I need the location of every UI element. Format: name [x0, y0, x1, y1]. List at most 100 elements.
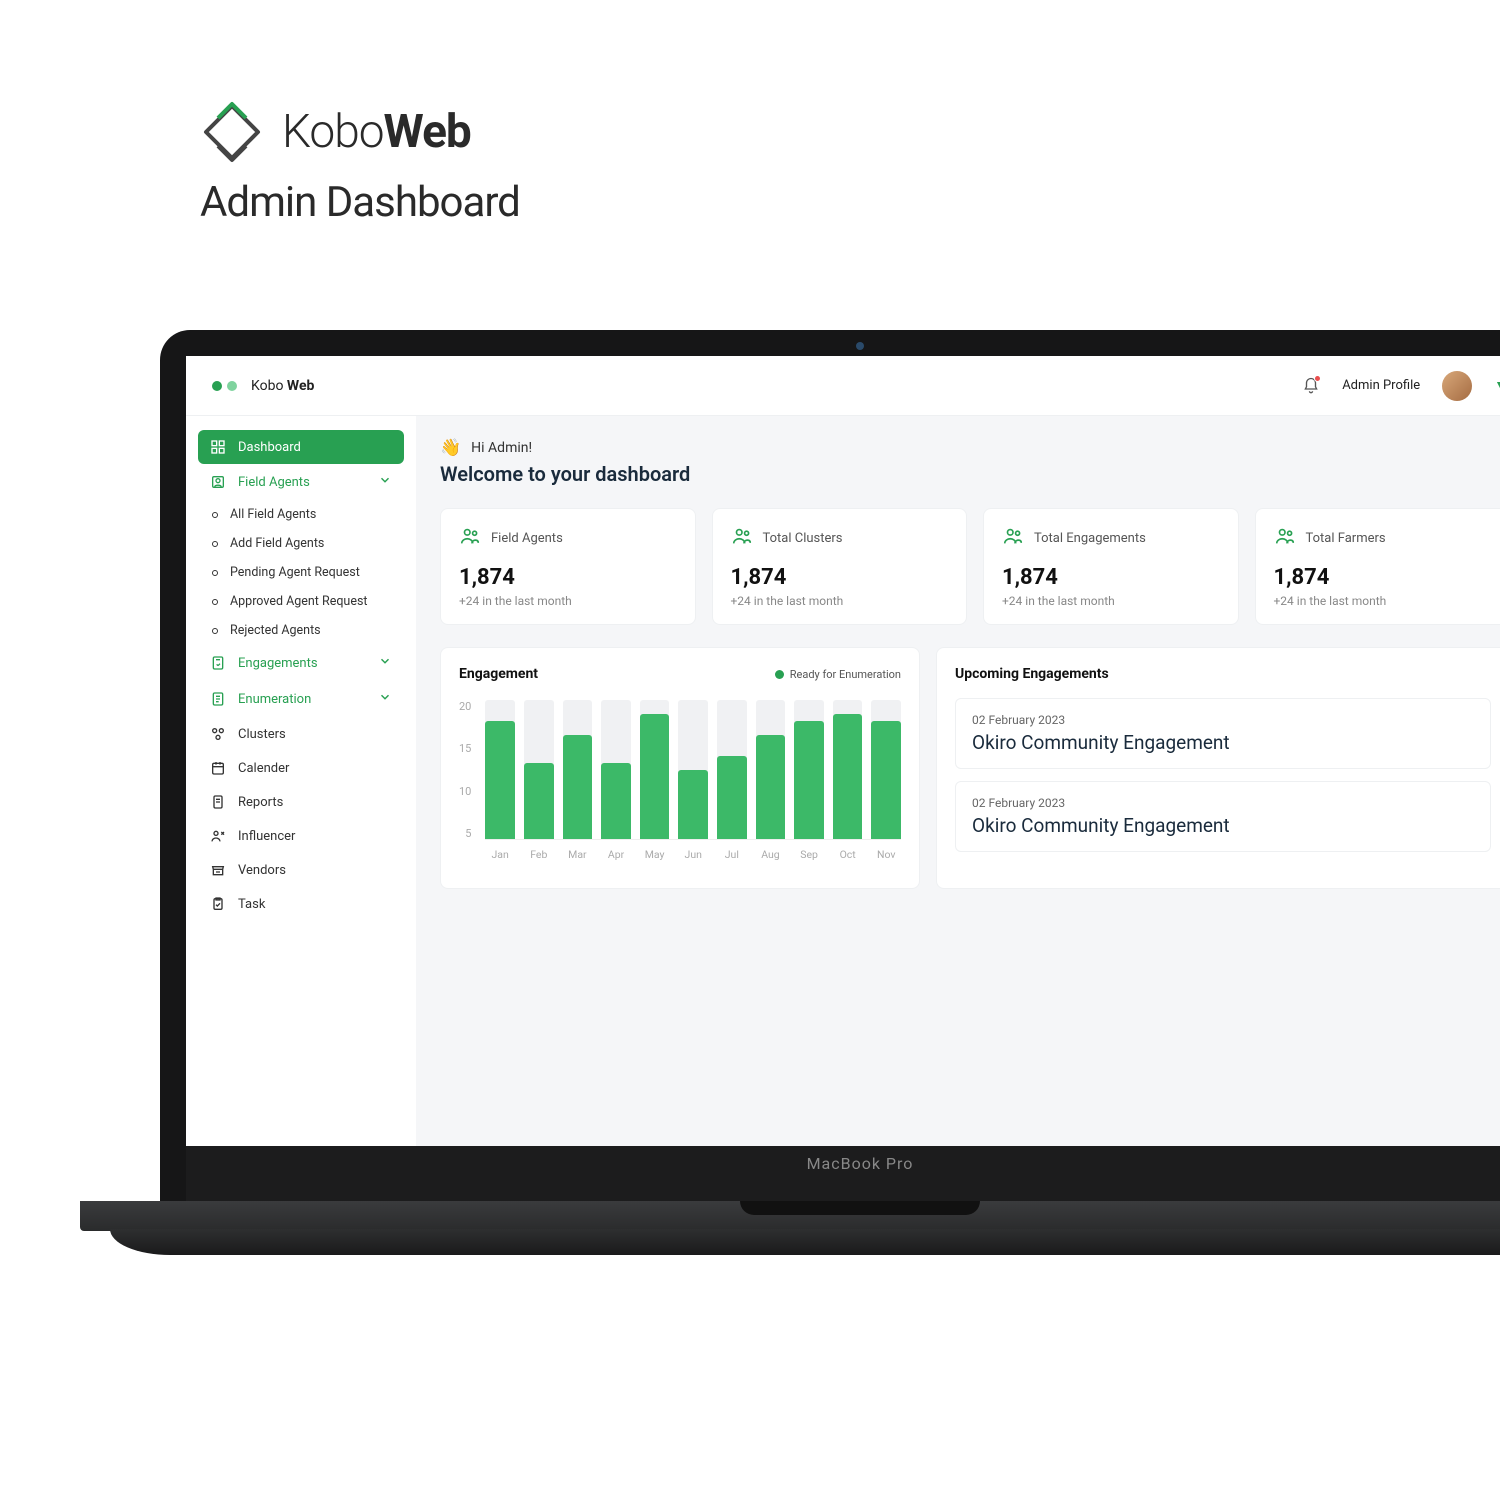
chart-bar-fill: [485, 721, 515, 839]
upcoming-date: 02 February 2023: [972, 796, 1474, 810]
x-tick: Aug: [756, 848, 786, 861]
stat-card[interactable]: Total Engagements 1,874 +24 in the last …: [983, 508, 1239, 625]
card-value: 1,874: [1274, 565, 1492, 590]
sidebar-item-dashboard[interactable]: Dashboard: [198, 430, 404, 464]
x-tick: Sep: [794, 848, 824, 861]
camera-dot: [856, 342, 864, 350]
chart-bar[interactable]: [601, 700, 631, 839]
chart-bar[interactable]: [640, 700, 670, 839]
reports-icon: [210, 794, 226, 810]
x-tick: Mar: [563, 848, 593, 861]
sidebar: Dashboard Field Agents All Field Agents …: [186, 416, 416, 1146]
bullet-icon: [212, 512, 218, 518]
bullet-icon: [212, 570, 218, 576]
chart-y-axis: 2015105: [459, 700, 477, 840]
clusters-icon: [210, 726, 226, 742]
x-tick: Nov: [871, 848, 901, 861]
chart-bar-fill: [756, 735, 786, 839]
x-tick: May: [640, 848, 670, 861]
hero-brand-light: Kobo: [282, 105, 384, 159]
card-delta: +24 in the last month: [731, 594, 949, 608]
sidebar-sub-rejected-agents[interactable]: Rejected Agents: [198, 616, 404, 645]
profile-chevron-icon[interactable]: ▼: [1494, 377, 1500, 394]
sidebar-item-label: Dashboard: [238, 440, 301, 455]
sidebar-item-field-agents[interactable]: Field Agents: [198, 464, 404, 500]
stat-card[interactable]: Field Agents 1,874 +24 in the last month: [440, 508, 696, 625]
sidebar-item-label: Influencer: [238, 829, 295, 844]
sidebar-sub-label: Rejected Agents: [230, 623, 321, 638]
sidebar-sub-label: Approved Agent Request: [230, 594, 368, 609]
chart-legend: Ready for Enumeration: [775, 668, 901, 681]
chart-bar[interactable]: [563, 700, 593, 839]
card-title: Field Agents: [491, 531, 563, 546]
sidebar-item-influencer[interactable]: Influencer: [198, 819, 404, 853]
sidebar-item-label: Reports: [238, 795, 283, 810]
upcoming-item[interactable]: 02 February 2023 Okiro Community Engagem…: [955, 781, 1491, 852]
profile-label[interactable]: Admin Profile: [1342, 378, 1420, 393]
people-icon: [1002, 525, 1024, 551]
hero-brand-bold: Web: [384, 105, 471, 159]
y-tick: 10: [459, 785, 471, 798]
upcoming-title: Upcoming Engagements: [955, 666, 1491, 682]
sidebar-sub-all-field-agents[interactable]: All Field Agents: [198, 500, 404, 529]
wave-icon: 👋: [440, 438, 461, 458]
field-agents-icon: [210, 474, 226, 490]
card-delta: +24 in the last month: [1274, 594, 1492, 608]
chart-bar-fill: [871, 721, 901, 839]
sidebar-item-task[interactable]: Task: [198, 887, 404, 921]
sidebar-sub-add-field-agents[interactable]: Add Field Agents: [198, 529, 404, 558]
card-value: 1,874: [459, 565, 677, 590]
chart-bar[interactable]: [756, 700, 786, 839]
app-screen: Kobo Web Admin Profile ▼: [186, 356, 1500, 1146]
sidebar-item-vendors[interactable]: Vendors: [198, 853, 404, 887]
hero-logo-text: KoboWeb: [282, 105, 471, 159]
chart-bar-fill: [524, 763, 554, 839]
vendors-icon: [210, 862, 226, 878]
sidebar-item-engagements[interactable]: Engagements: [198, 645, 404, 681]
card-title: Total Farmers: [1306, 531, 1386, 546]
sidebar-item-label: Calender: [238, 761, 289, 776]
upcoming-item[interactable]: 02 February 2023 Okiro Community Engagem…: [955, 698, 1491, 769]
sidebar-sub-label: Add Field Agents: [230, 536, 324, 551]
sidebar-item-clusters[interactable]: Clusters: [198, 717, 404, 751]
engagement-chart-panel: Engagement Ready for Enumeration 2015105: [440, 647, 920, 889]
dashboard-icon: [210, 439, 226, 455]
chart-bar[interactable]: [717, 700, 747, 839]
brand-label: Kobo Web: [251, 378, 314, 394]
chart-bar[interactable]: [485, 700, 515, 839]
sidebar-item-label: Field Agents: [238, 475, 310, 490]
chart-bar[interactable]: [833, 700, 863, 839]
sidebar-item-label: Enumeration: [238, 692, 311, 707]
upcoming-list: 02 February 2023 Okiro Community Engagem…: [955, 698, 1491, 852]
chart-bar[interactable]: [871, 700, 901, 839]
sidebar-sub-approved-agent-request[interactable]: Approved Agent Request: [198, 587, 404, 616]
stat-cards: Field Agents 1,874 +24 in the last month…: [440, 508, 1500, 625]
notifications-button[interactable]: [1302, 377, 1320, 395]
chart-bar[interactable]: [794, 700, 824, 839]
calendar-icon: [210, 760, 226, 776]
people-icon: [731, 525, 753, 551]
chevron-down-icon: [378, 473, 392, 491]
people-icon: [459, 525, 481, 551]
sidebar-item-reports[interactable]: Reports: [198, 785, 404, 819]
x-tick: Apr: [601, 848, 631, 861]
x-tick: Jun: [678, 848, 708, 861]
sidebar-item-calender[interactable]: Calender: [198, 751, 404, 785]
legend-dot-icon: [775, 670, 784, 679]
chart-bar-fill: [794, 721, 824, 839]
card-title: Total Engagements: [1034, 531, 1146, 546]
sidebar-item-enumeration[interactable]: Enumeration: [198, 681, 404, 717]
sidebar-sub-pending-agent-request[interactable]: Pending Agent Request: [198, 558, 404, 587]
chart-bar[interactable]: [524, 700, 554, 839]
chart-bar[interactable]: [678, 700, 708, 839]
stat-card[interactable]: Total Farmers 1,874 +24 in the last mont…: [1255, 508, 1500, 625]
y-tick: 5: [465, 827, 471, 840]
x-tick: Jul: [717, 848, 747, 861]
sidebar-sub-label: Pending Agent Request: [230, 565, 360, 580]
chevron-down-icon: [378, 654, 392, 672]
stat-card[interactable]: Total Clusters 1,874 +24 in the last mon…: [712, 508, 968, 625]
sidebar-sub-label: All Field Agents: [230, 507, 316, 522]
hero-subtitle: Admin Dashboard: [200, 178, 1500, 227]
x-tick: Jan: [485, 848, 515, 861]
avatar[interactable]: [1442, 371, 1472, 401]
